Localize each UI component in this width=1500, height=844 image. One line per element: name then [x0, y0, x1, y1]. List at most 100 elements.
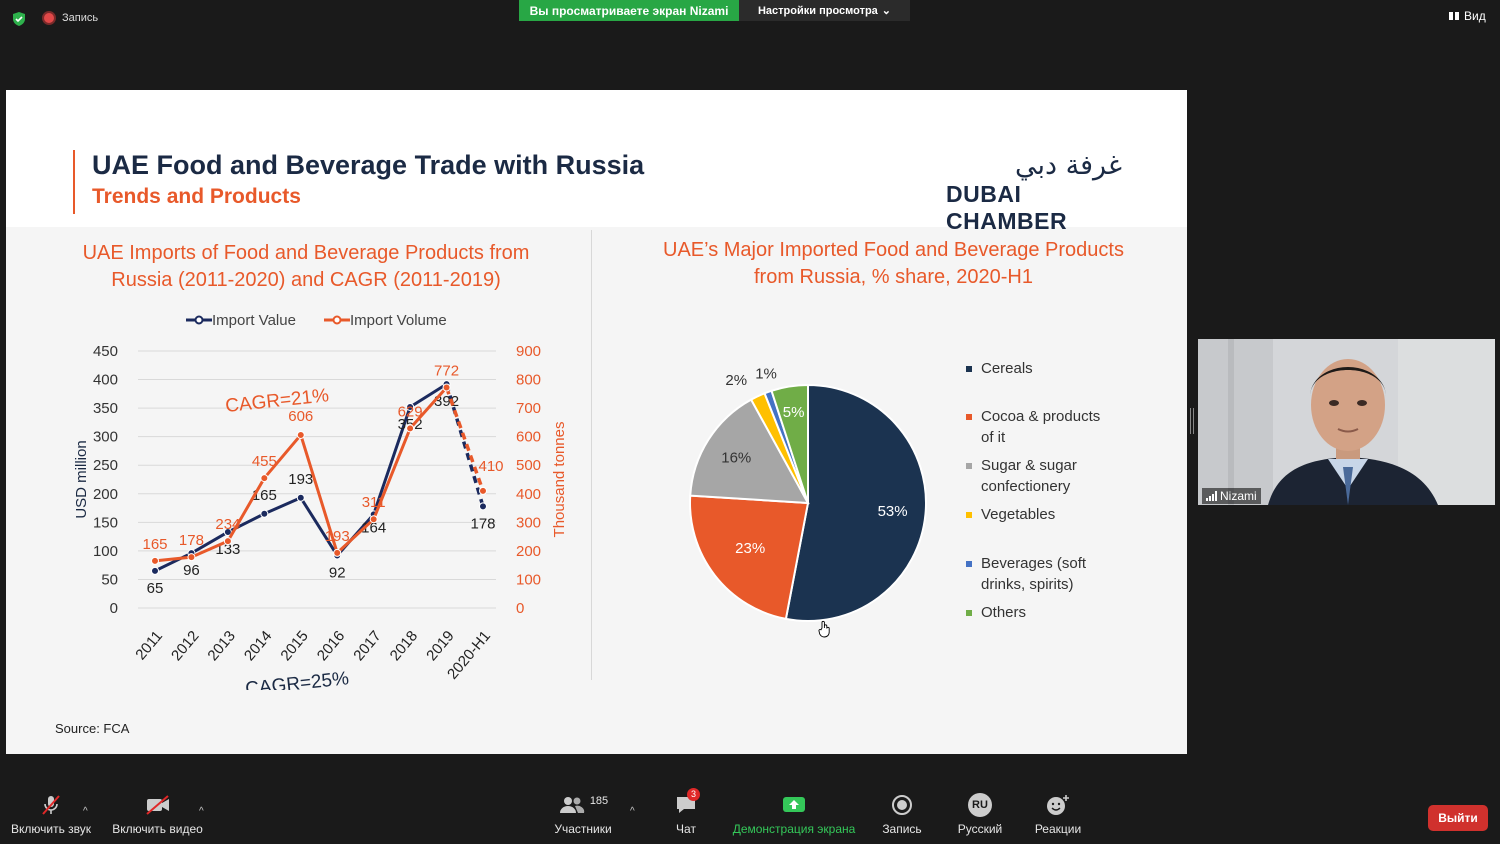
left-axis-tick-label: 200 — [93, 486, 118, 503]
chat-unread-badge: 3 — [687, 788, 701, 801]
pie-slice-label: 5% — [783, 404, 805, 421]
data-label: 455 — [252, 453, 277, 470]
data-point — [187, 553, 196, 562]
recording-indicator[interactable]: Запись — [42, 11, 98, 25]
participant-name-tag: Nizami — [1202, 488, 1261, 504]
participant-video-tile[interactable]: Nizami — [1198, 339, 1495, 505]
pie-legend-swatch — [966, 414, 972, 420]
data-point — [223, 537, 232, 546]
right-axis-tick-label: 400 — [516, 486, 541, 503]
data-label: 193 — [325, 528, 350, 545]
share-screen-button[interactable]: Демонстрация экрана — [728, 792, 860, 836]
left-axis-tick-label: 150 — [93, 514, 118, 531]
data-label: 629 — [398, 403, 423, 420]
view-button[interactable]: Вид — [1448, 9, 1486, 23]
left-axis-tick-label: 50 — [101, 571, 118, 588]
viewing-screen-banner: Вы просматриваете экран Nizami — [519, 0, 739, 21]
hand-cursor-icon — [818, 620, 830, 638]
data-label: 165 — [142, 536, 167, 553]
shield-icon[interactable] — [11, 11, 27, 27]
leave-meeting-button[interactable]: Выйти — [1428, 805, 1488, 831]
audio-options-caret-icon[interactable]: ^ — [83, 806, 88, 817]
recording-label: Запись — [62, 12, 99, 24]
pie-chart-title-line2: from Russia, % share, 2020-H1 — [753, 266, 1033, 288]
participants-label: Участники — [554, 822, 612, 836]
unmute-label: Включить звук — [10, 822, 92, 836]
reactions-label: Реакции — [1034, 822, 1082, 836]
start-video-button[interactable]: Включить видео — [110, 792, 205, 836]
legend-label: Import Value — [212, 312, 296, 329]
pie-legend-label-line: confectionery — [981, 478, 1071, 495]
pie-slice-label: 1% — [755, 365, 777, 382]
import-share-pie-chart: 53% 23% 16% 2% 1% 5% — [689, 365, 927, 622]
x-axis-tick-label: 2014 — [241, 628, 275, 664]
view-options-button[interactable]: Настройки просмотра ⌄ — [739, 0, 910, 21]
right-axis-tick-label: 700 — [516, 400, 541, 417]
data-point — [442, 383, 451, 392]
signal-strength-icon — [1206, 491, 1217, 501]
slide-header: UAE Food and Beverage Trade with Russia … — [6, 90, 1187, 234]
legend-label: Import Volume — [350, 312, 447, 329]
right-axis-tick-label: 600 — [516, 429, 541, 446]
logo-arabic-text: غرفة دبي — [1014, 150, 1122, 181]
smiley-add-icon — [1047, 795, 1069, 815]
source-note: Source: FCA — [55, 721, 130, 736]
record-dot-icon — [42, 11, 56, 25]
chat-button[interactable]: 3 Чат — [665, 788, 707, 836]
pie-slice-label: 23% — [735, 540, 765, 557]
panel-resize-handle[interactable] — [1190, 408, 1194, 434]
series-dashed-segment-1 — [444, 386, 485, 492]
participant-video-image — [1198, 339, 1495, 505]
x-axis-tick-label: 2012 — [168, 628, 202, 664]
left-axis-tick-label: 250 — [93, 457, 118, 474]
x-axis-tick-label: 2015 — [277, 628, 311, 664]
x-axis-tick-label: 2017 — [350, 628, 384, 664]
line-chart-title: UAE Imports of Food and Beverage Product… — [56, 240, 556, 294]
pie-legend-label: Beverages (soft drinks, spirits) — [981, 553, 1161, 595]
data-label: 92 — [329, 564, 346, 581]
pie-legend-label-line: Others — [981, 604, 1027, 621]
x-axis-tick-label: 2011 — [132, 628, 166, 664]
view-options-label: Настройки просмотра — [757, 4, 878, 17]
chevron-down-icon: ⌄ — [881, 5, 892, 17]
grid-view-icon — [1449, 12, 1459, 20]
data-label: 311 — [362, 494, 386, 511]
right-axis-label: Thousand tonnes — [551, 422, 568, 538]
participants-button[interactable]: 185 Участники — [548, 792, 618, 836]
pie-legend-label-line: Sugar & sugar — [981, 457, 1077, 474]
reactions-button[interactable]: Реакции — [1030, 792, 1086, 836]
record-button[interactable]: Запись — [876, 792, 928, 836]
meeting-top-bar: Запись Вы просматриваете экран Nizami На… — [0, 0, 1500, 40]
pie-slice — [689, 494, 810, 621]
language-button[interactable]: RU Русский — [952, 792, 1008, 836]
right-axis-tick-label: 100 — [516, 571, 541, 588]
pie-legend-label: Cocoa & products of it — [981, 406, 1161, 448]
pie-chart-title: UAE’s Major Imported Food and Beverage P… — [631, 237, 1156, 291]
right-axis-tick-label: 300 — [516, 514, 541, 531]
microphone-muted-icon — [42, 795, 60, 815]
pie-chart-title-line1: UAE’s Major Imported Food and Beverage P… — [663, 239, 1124, 261]
dubai-chamber-logo: غرفة دبي DUBAI CHAMBER — [946, 150, 1126, 234]
unmute-button[interactable]: Включить звук — [8, 792, 94, 836]
import-line-chart: 0 50 100 150 200 250 300 350 400 450 0 100 200 300 400… — [73, 312, 568, 690]
pie-legend-label-line: Vegetables — [981, 506, 1056, 523]
data-label: 65 — [147, 580, 164, 597]
data-point — [333, 548, 342, 557]
data-point — [151, 556, 159, 565]
x-axis-tick-label: 2016 — [314, 628, 348, 664]
pie-legend-swatch — [966, 463, 972, 469]
record-label: Запись — [882, 822, 922, 836]
legend-marker-swatch — [194, 315, 204, 325]
legend-marker-swatch — [332, 315, 342, 325]
pie-slice-label: 16% — [721, 449, 751, 466]
right-axis-tick-label: 800 — [516, 372, 541, 389]
data-point — [479, 486, 487, 495]
data-point — [151, 566, 159, 575]
pie-legend-label-line: Beverages (soft — [981, 555, 1087, 572]
video-options-caret-icon[interactable]: ^ — [199, 806, 204, 817]
line-chart-title-line1: UAE Imports of Food and Beverage Product… — [82, 242, 530, 264]
view-button-label: Вид — [1464, 9, 1486, 23]
language-label: Русский — [957, 822, 1003, 836]
participants-options-caret-icon[interactable]: ^ — [630, 806, 635, 817]
data-label: 178 — [470, 515, 495, 532]
